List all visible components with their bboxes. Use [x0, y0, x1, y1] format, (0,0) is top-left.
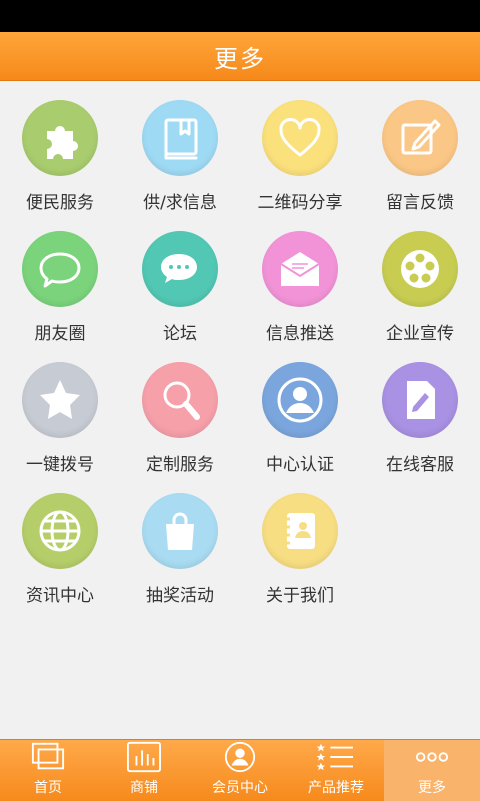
tab-label: 首页: [34, 780, 62, 796]
grid-item-label: 一键拨号: [26, 455, 94, 475]
star-icon: [22, 362, 98, 438]
grid-item-label: 论坛: [163, 324, 197, 344]
grid-item-label: 信息推送: [266, 324, 334, 344]
tab-2[interactable]: 会员中心: [192, 740, 288, 801]
document-edit-icon: [382, 362, 458, 438]
grid-item-label: 供/求信息: [143, 193, 217, 213]
home-screens-icon: [31, 742, 65, 770]
tab-0[interactable]: 首页: [0, 740, 96, 801]
tab-label: 会员中心: [212, 780, 268, 796]
puzzle-icon: [22, 100, 98, 176]
grid-item-label: 留言反馈: [386, 193, 454, 213]
tab-label: 更多: [418, 780, 446, 796]
film-reel-icon: [382, 231, 458, 307]
user-icon: [262, 362, 338, 438]
grid-item-label: 在线客服: [386, 455, 454, 475]
more-dots-icon: [415, 752, 449, 762]
grid-item-label: 中心认证: [266, 455, 334, 475]
mail-icon: [262, 231, 338, 307]
grid-item-label: 便民服务: [26, 193, 94, 213]
grid-item-label: 关于我们: [266, 586, 334, 606]
chat-bubble-icon: [22, 231, 98, 307]
heart-grid-item[interactable]: 二维码分享: [240, 86, 360, 217]
contact-book-grid-item[interactable]: 关于我们: [240, 479, 360, 610]
book-icon: [142, 100, 218, 176]
shopping-bag-grid-item[interactable]: 抽奖活动: [120, 479, 240, 610]
puzzle-grid-item[interactable]: 便民服务: [0, 86, 120, 217]
grid-item-label: 朋友圈: [34, 324, 86, 344]
magnifier-grid-item[interactable]: 定制服务: [120, 348, 240, 479]
heart-icon: [262, 100, 338, 176]
shopping-bag-icon: [142, 493, 218, 569]
tab-label: 产品推荐: [308, 780, 364, 796]
chat-bubble-grid-item[interactable]: 朋友圈: [0, 217, 120, 348]
title-bar: 更多: [0, 32, 480, 81]
book-grid-item[interactable]: 供/求信息: [120, 86, 240, 217]
grid-item-label: 资讯中心: [26, 586, 94, 606]
edit-note-grid-item[interactable]: 留言反馈: [360, 86, 480, 217]
forum-bubbles-grid-item[interactable]: 论坛: [120, 217, 240, 348]
document-edit-grid-item[interactable]: 在线客服: [360, 348, 480, 479]
user-grid-item[interactable]: 中心认证: [240, 348, 360, 479]
edit-note-icon: [382, 100, 458, 176]
bar-chart-icon: [127, 741, 161, 773]
status-bar: [0, 0, 480, 32]
magnifier-icon: [142, 362, 218, 438]
bottom-tab-bar: 首页 商铺 会员中心 产品推荐 更多: [0, 739, 480, 801]
tab-label: 商铺: [130, 780, 158, 796]
star-list-icon: [316, 743, 353, 771]
tab-4[interactable]: 更多: [384, 740, 480, 801]
member-icon: [224, 741, 256, 773]
grid-item-label: 定制服务: [146, 455, 214, 475]
feature-grid: 便民服务 供/求信息 二维码分享 留言反馈 朋友圈 论坛 信息推送 企业宣传 一…: [0, 86, 480, 610]
grid-item-label: 二维码分享: [257, 193, 343, 213]
forum-bubbles-icon: [142, 231, 218, 307]
grid-item-label: 企业宣传: [386, 324, 454, 344]
contact-book-icon: [262, 493, 338, 569]
grid-item-label: 抽奖活动: [146, 586, 214, 606]
mail-grid-item[interactable]: 信息推送: [240, 217, 360, 348]
globe-icon: [22, 493, 98, 569]
star-grid-item[interactable]: 一键拨号: [0, 348, 120, 479]
film-reel-grid-item[interactable]: 企业宣传: [360, 217, 480, 348]
tab-1[interactable]: 商铺: [96, 740, 192, 801]
tab-3[interactable]: 产品推荐: [288, 740, 384, 801]
globe-grid-item[interactable]: 资讯中心: [0, 479, 120, 610]
page-title: 更多: [214, 44, 266, 73]
